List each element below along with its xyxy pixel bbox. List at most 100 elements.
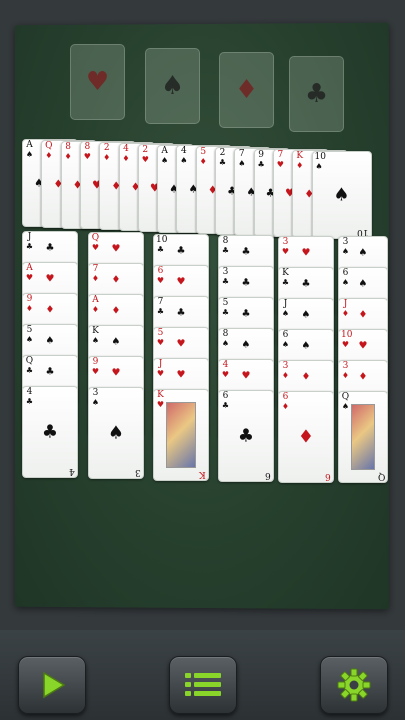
card-index: J ♠ bbox=[281, 300, 290, 319]
card-rank-bottom: 4 bbox=[69, 466, 75, 476]
card-pip: ♣ bbox=[45, 366, 55, 378]
playing-card[interactable]: 4 ♣ ♣ 4 bbox=[22, 386, 78, 478]
foundation-slot[interactable]: ♣ bbox=[289, 56, 344, 132]
card-pip: ♣ bbox=[301, 278, 311, 290]
card-index: 10 ♥ bbox=[341, 331, 352, 350]
playing-card[interactable]: 3 ♠ ♠ 3 bbox=[88, 387, 144, 479]
card-suit: ♦ bbox=[103, 153, 111, 163]
card-rank-bottom: 3 bbox=[135, 467, 141, 477]
card-index: 8 ♣ bbox=[221, 237, 230, 256]
card-suit: ♦ bbox=[341, 371, 350, 380]
card-rank: A bbox=[26, 140, 33, 150]
card-rank: Q bbox=[25, 356, 34, 366]
card-index: 3 ♠ bbox=[91, 389, 100, 408]
card-suit: ♦ bbox=[91, 305, 100, 314]
foundation-slot[interactable]: ♦ bbox=[219, 52, 274, 128]
card-suit: ♥ bbox=[221, 370, 230, 379]
play-icon bbox=[43, 671, 66, 699]
playing-card[interactable]: 6 ♦ ♦ 6 bbox=[278, 391, 334, 483]
card-rank: 4 bbox=[222, 360, 229, 370]
card-rank: 7 bbox=[157, 297, 164, 307]
card-index: 7 ♣ bbox=[156, 297, 165, 317]
card-index: 3 ♣ bbox=[221, 267, 230, 287]
menu-button[interactable] bbox=[169, 656, 237, 714]
playing-card[interactable]: 6 ♣ ♣ 6 bbox=[218, 390, 274, 482]
card-suit: ♥ bbox=[91, 243, 100, 252]
face-card-art bbox=[166, 402, 196, 468]
card-rank: 6 bbox=[157, 266, 164, 276]
card-index: A ♥ bbox=[25, 264, 34, 283]
settings-button[interactable] bbox=[320, 656, 388, 714]
card-rank: 3 bbox=[342, 237, 349, 247]
card-rank: 9 bbox=[92, 357, 99, 367]
card-index: K ♦ bbox=[295, 152, 304, 171]
card-suit: ♣ bbox=[221, 401, 230, 410]
card-pip: ♣ bbox=[237, 425, 255, 447]
foundation-slot[interactable]: ♥ bbox=[70, 44, 125, 120]
card-suit: ♠ bbox=[281, 340, 290, 349]
card-rank: K bbox=[282, 268, 289, 278]
card-pip: ♣ bbox=[241, 246, 251, 258]
card-index: 8 ♥ bbox=[83, 142, 92, 162]
card-suit: ♣ bbox=[281, 278, 290, 287]
card-index: K ♥ bbox=[156, 390, 165, 410]
card-rank: 8 bbox=[222, 329, 229, 339]
card-suit: ♣ bbox=[221, 308, 230, 317]
card-rank: A bbox=[161, 145, 168, 156]
card-rank: 3 bbox=[222, 267, 229, 277]
playing-card[interactable]: 10 ♠ ♠ 10 bbox=[311, 151, 372, 239]
card-index: 10 ♣ bbox=[156, 236, 167, 255]
card-index: 4 ♣ bbox=[25, 388, 34, 407]
card-suit: ♦ bbox=[199, 157, 207, 167]
card-index: A ♠ bbox=[25, 140, 34, 160]
menu-list-icon bbox=[185, 673, 221, 696]
card-index: 2 ♣ bbox=[218, 148, 227, 168]
card-rank: 7 bbox=[277, 150, 284, 161]
playing-card[interactable]: K ♥ K bbox=[153, 389, 209, 481]
card-suit: ♠ bbox=[91, 398, 100, 407]
card-rank: 2 bbox=[219, 148, 226, 158]
card-index: 3 ♦ bbox=[341, 362, 350, 381]
card-index: 6 ♠ bbox=[281, 330, 290, 350]
card-pip: ♥ bbox=[301, 247, 311, 259]
card-rank: A bbox=[92, 295, 99, 305]
card-suit: ♥ bbox=[156, 369, 165, 378]
card-pip: ♣ bbox=[241, 308, 251, 320]
card-rank: 7 bbox=[92, 264, 99, 274]
card-suit: ♥ bbox=[281, 247, 290, 256]
card-index: 4 ♠ bbox=[179, 147, 188, 166]
card-rank-bottom: 6 bbox=[325, 471, 331, 481]
card-index: 4 ♦ bbox=[122, 145, 131, 164]
heart-icon: ♥ bbox=[85, 67, 110, 97]
card-rank: Q bbox=[341, 392, 350, 402]
playing-card[interactable]: Q ♠ Q bbox=[338, 391, 388, 483]
card-index: J ♥ bbox=[156, 360, 165, 379]
card-pip: ♣ bbox=[176, 245, 186, 257]
card-pip: ♥ bbox=[176, 276, 186, 288]
card-rank: 6 bbox=[282, 330, 289, 340]
card-pip: ♦ bbox=[111, 274, 121, 286]
foundation-slot[interactable]: ♠ bbox=[145, 48, 200, 124]
card-rank: 6 bbox=[282, 392, 289, 402]
card-index: 9 ♦ bbox=[25, 295, 34, 314]
play-button[interactable] bbox=[18, 656, 86, 714]
card-pip: ♣ bbox=[176, 307, 186, 319]
diamond-icon: ♦ bbox=[234, 75, 259, 105]
card-rank: 5 bbox=[157, 328, 164, 338]
card-suit: ♣ bbox=[25, 366, 34, 375]
card-rank: K bbox=[157, 390, 164, 400]
card-rank: 2 bbox=[142, 144, 149, 155]
card-suit: ♥ bbox=[25, 273, 34, 282]
card-rank: 5 bbox=[200, 147, 207, 158]
card-pip: ♦ bbox=[45, 304, 55, 316]
card-suit: ♦ bbox=[296, 161, 304, 171]
card-suit: ♣ bbox=[25, 242, 34, 251]
card-index: 8 ♦ bbox=[64, 142, 73, 161]
card-rank: 8 bbox=[84, 142, 91, 153]
card-index: 7 ♠ bbox=[237, 148, 246, 168]
card-suit: ♣ bbox=[156, 307, 165, 316]
card-rank: Q bbox=[91, 233, 100, 243]
card-index: 4 ♥ bbox=[221, 360, 230, 380]
card-suit: ♠ bbox=[25, 335, 34, 344]
card-rank: 7 bbox=[238, 148, 245, 159]
